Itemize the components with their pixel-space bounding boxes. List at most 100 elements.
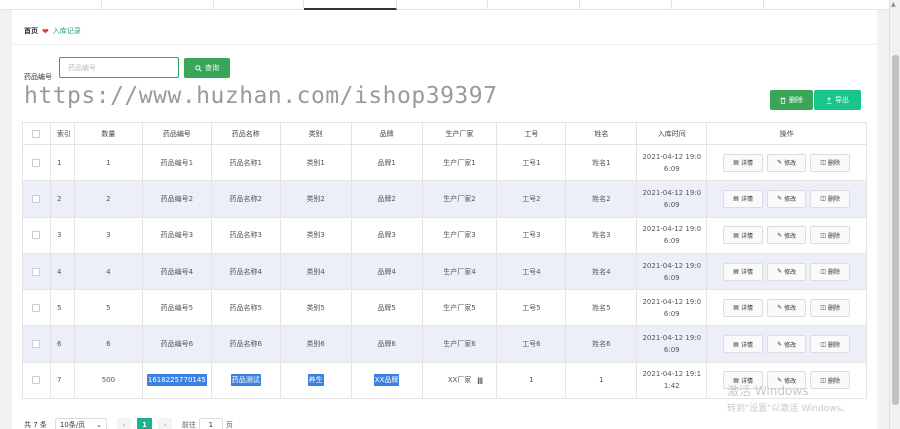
vertical-scrollbar[interactable]: ▲: [889, 0, 900, 429]
breadcrumb-current: 入库记录: [52, 27, 81, 35]
time-text: 2021-04-12 19:06:09: [642, 188, 702, 209]
qty-cell: 4: [75, 253, 143, 290]
actions-cell: ▤ 详情 ✎ 修改 ◫ 删除: [707, 217, 868, 253]
activation-title: 激活 Windows: [727, 384, 809, 398]
staff-name-cell: 1: [566, 362, 638, 399]
heart-icon: ❤: [42, 26, 49, 36]
selected-text: 药品测试: [230, 374, 261, 387]
header-cell: 药品编号: [143, 123, 212, 144]
pencil-icon: ✎: [777, 195, 783, 203]
search-input[interactable]: [59, 57, 179, 78]
detail-button[interactable]: ▤ 详情: [723, 335, 764, 354]
table-row: 2 2 药品编号2 药品名称2 类别2 品牌2 生产厂家2 工号2 姓名2 20…: [23, 181, 868, 218]
row-checkbox[interactable]: [32, 340, 41, 349]
next-page-button[interactable]: ›: [157, 418, 172, 429]
search-button-label: 查询: [205, 64, 219, 72]
row-checkbox[interactable]: [32, 231, 41, 240]
delete-button[interactable]: ◫ 删除: [810, 226, 851, 245]
name-cell: 药品名称6: [212, 326, 281, 362]
row-checkbox[interactable]: [32, 267, 41, 276]
maker-cell: XX厂家: [423, 362, 498, 399]
edit-button[interactable]: ✎ 修改: [767, 298, 807, 317]
pencil-icon: ✎: [777, 304, 783, 312]
brand-cell: 品牌4: [352, 253, 423, 290]
actions-cell: ▤ 详情 ✎ 修改 ◫ 删除: [707, 253, 868, 290]
category-cell: 类别5: [281, 290, 352, 326]
actions-cell: ▤ 详情 ✎ 修改 ◫ 删除: [707, 181, 868, 217]
header-cell: 类别: [281, 123, 352, 144]
export-button-label: 导出: [835, 96, 849, 104]
pencil-icon: ✎: [777, 340, 783, 348]
edit-button[interactable]: ✎ 修改: [767, 335, 807, 354]
scroll-up-icon[interactable]: ▲: [891, 1, 896, 8]
tab[interactable]: [672, 0, 764, 10]
trash-icon: ◫: [820, 231, 826, 239]
staff-name-cell: 姓名1: [566, 145, 638, 181]
activation-subtitle: 转到"设置"以激活 Windows。: [727, 404, 851, 414]
category-cell: 类别6: [281, 326, 352, 362]
detail-button[interactable]: ▤ 详情: [723, 153, 764, 172]
row-checkbox[interactable]: [32, 303, 41, 312]
index-cell: 4: [51, 253, 75, 290]
tab[interactable]: [102, 0, 214, 10]
row-checkbox[interactable]: [32, 376, 41, 385]
brand-cell: XX品牌: [352, 362, 423, 399]
detail-button[interactable]: ▤ 详情: [723, 189, 764, 208]
edit-button[interactable]: ✎ 修改: [767, 189, 807, 208]
tab[interactable]: [580, 0, 672, 10]
delete-label: 删除: [827, 341, 840, 349]
data-table: 索引 数量 药品编号 药品名称 类别 品牌 生产厂家 工号 姓名 入库时间 操作…: [22, 122, 868, 400]
search-button[interactable]: 查询: [184, 58, 230, 78]
tab[interactable]: [488, 0, 580, 10]
delete-button[interactable]: ◫ 删除: [810, 335, 851, 354]
brand-cell: 品牌3: [352, 217, 423, 253]
detail-button[interactable]: ▤ 详情: [723, 226, 764, 245]
staff-name-cell: 姓名6: [566, 326, 638, 362]
delete-button[interactable]: ◫ 删除: [810, 298, 851, 317]
code-cell: 1618225770145: [143, 362, 212, 399]
export-icon: [826, 96, 832, 104]
goto-page-input[interactable]: [198, 418, 223, 429]
detail-button[interactable]: ▤ 详情: [723, 298, 764, 317]
scroll-thumb[interactable]: [892, 55, 899, 405]
table-row: 6 6 药品编号6 药品名称6 类别6 品牌6 生产厂家6 工号6 姓名6 20…: [23, 326, 868, 363]
delete-label: 删除: [827, 305, 840, 313]
tab[interactable]: [0, 0, 102, 10]
export-button[interactable]: 导出: [814, 90, 861, 110]
header-cell: 工号: [497, 123, 567, 144]
selected-text: 1618225770145: [146, 374, 207, 387]
breadcrumb-home[interactable]: 首页: [24, 26, 38, 36]
brand-cell: 品牌1: [352, 145, 423, 181]
time-cell: 2021-04-12 19:11:42: [637, 362, 708, 399]
document-icon: ▤: [733, 340, 739, 348]
time-text: 2021-04-12 19:06:09: [642, 297, 702, 318]
search-label: 药品编号: [24, 73, 52, 81]
pagination: 共 7 条 10条/页 ⌄ ‹ 1 › 前往 页: [24, 418, 233, 429]
edit-button[interactable]: ✎ 修改: [767, 262, 807, 281]
staff-no-cell: 工号3: [497, 217, 567, 253]
batch-delete-button[interactable]: 删除: [770, 90, 813, 110]
delete-button[interactable]: ◫ 删除: [810, 189, 851, 208]
row-checkbox[interactable]: [32, 194, 41, 203]
time-cell: 2021-04-12 19:06:09: [637, 326, 708, 362]
delete-button[interactable]: ◫ 删除: [810, 153, 851, 172]
document-icon: ▤: [733, 304, 739, 312]
prev-page-button[interactable]: ‹: [116, 418, 131, 429]
edit-button[interactable]: ✎ 修改: [767, 226, 807, 245]
page-size-select[interactable]: 10条/页 ⌄: [54, 418, 107, 429]
row-select-cell: [23, 181, 51, 217]
edit-button[interactable]: ✎ 修改: [767, 153, 807, 172]
document-icon: ▤: [733, 231, 739, 239]
tab-active[interactable]: [304, 0, 397, 10]
tab[interactable]: [214, 0, 304, 10]
qty-cell: 1: [75, 145, 143, 181]
page-number-current[interactable]: 1: [136, 418, 152, 429]
total-count: 共 7 条: [24, 421, 47, 429]
tab[interactable]: [397, 0, 488, 10]
select-all-checkbox[interactable]: [32, 129, 41, 138]
name-cell: 药品名称3: [212, 217, 281, 253]
delete-button[interactable]: ◫ 删除: [810, 262, 851, 281]
row-checkbox[interactable]: [32, 158, 41, 167]
maker-cell: 生产厂家6: [423, 326, 498, 362]
detail-button[interactable]: ▤ 详情: [723, 262, 764, 281]
